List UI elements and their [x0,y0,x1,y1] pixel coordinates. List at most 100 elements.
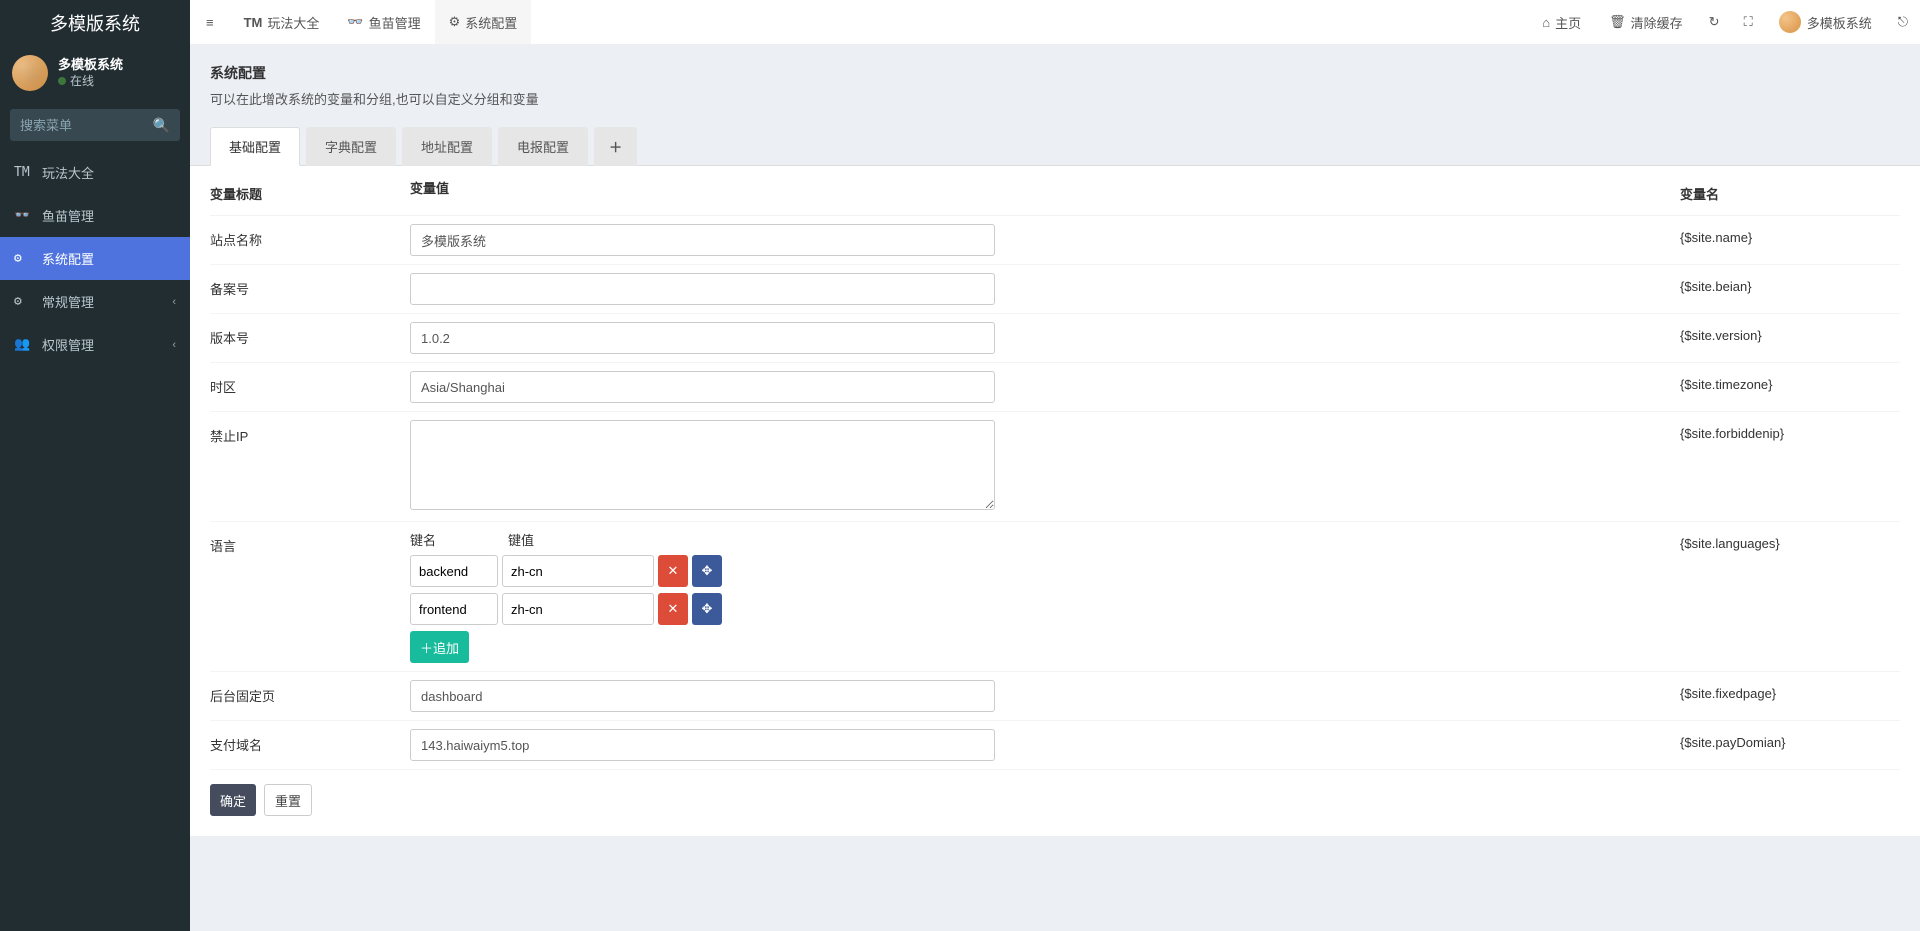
lang-key-input[interactable] [410,593,498,625]
fullscreen-button[interactable] [1732,0,1765,44]
sidebar-item-play[interactable]: TM玩法大全 [0,151,190,194]
row-forbiddenip: 禁止IP {$site.forbiddenip} [210,412,1900,522]
home-link[interactable]: 主页 [1528,0,1595,44]
content-header: 系统配置 可以在此增改系统的变量和分组,也可以自定义分组和变量 [190,45,1920,118]
row-site-name: 站点名称 {$site.name} [210,216,1900,265]
kv-row [410,555,1660,587]
field-var: {$site.timezone} [1680,371,1900,392]
chevron-left-icon [172,296,176,308]
sidebar-menu: TM玩法大全 👓鱼苗管理 系统配置 ⚙ 常规管理 👥 权限管理 [0,151,190,366]
tm-icon: TM [244,15,263,30]
field-label: 后台固定页 [210,680,410,705]
tm-icon: TM [14,165,34,180]
gear-icon [14,251,34,266]
page-title: 系统配置 [210,63,1900,83]
sidebar-toggle-button[interactable] [190,0,230,44]
lang-val-input[interactable] [502,555,654,587]
page-subtitle: 可以在此增改系统的变量和分组,也可以自定义分组和变量 [210,89,1900,108]
chevron-left-icon [172,339,176,351]
row-paydomain: 支付域名 {$site.payDomian} [210,721,1900,770]
row-fixedpage: 后台固定页 {$site.fixedpage} [210,672,1900,721]
close-icon [668,601,679,617]
table-header: 变量标题 变量值 变量名 [210,166,1900,216]
kv-head-val: 键值 [508,530,660,549]
field-label: 站点名称 [210,224,410,249]
site-name-input[interactable] [410,224,995,256]
avatar [1779,11,1801,33]
forbiddenip-textarea[interactable] [410,420,995,510]
field-var: {$site.languages} [1680,530,1900,551]
timezone-input[interactable] [410,371,995,403]
sidebar-item-general[interactable]: ⚙ 常规管理 [0,280,190,323]
paydomain-input[interactable] [410,729,995,761]
field-label: 语言 [210,530,410,555]
external-link-icon [1898,14,1908,30]
form-footer: 确定 重置 [210,770,1900,816]
sidebar-item-label: 权限管理 [42,335,94,354]
top-navbar: TM玩法大全 👓鱼苗管理 系统配置 主页 清除缓存 多模板系统 [190,0,1920,45]
goggles-icon: 👓 [347,14,363,30]
cogs-icon: ⚙ [14,294,34,309]
append-button[interactable]: 追加 [410,631,469,663]
field-var: {$site.fixedpage} [1680,680,1900,701]
remove-row-button[interactable] [658,555,688,587]
restore-icon [1709,14,1720,30]
plus-icon [609,140,622,155]
remove-row-button[interactable] [658,593,688,625]
tab-fish[interactable]: 👓鱼苗管理 [333,0,434,44]
brand-title: 多模版系统 [0,0,190,45]
move-icon [702,601,713,617]
field-var: {$site.beian} [1680,273,1900,294]
sidebar-item-system-config[interactable]: 系统配置 [0,237,190,280]
fixedpage-input[interactable] [410,680,995,712]
row-languages: 语言 键名 键值 追加 [210,522,1900,672]
sidebar-item-label: 系统配置 [42,249,94,268]
field-var: {$site.payDomian} [1680,729,1900,750]
sidebar-item-fish[interactable]: 👓鱼苗管理 [0,194,190,237]
tab-play[interactable]: TM玩法大全 [230,0,334,44]
users-icon: 👥 [14,337,34,352]
search-icon[interactable] [153,117,170,134]
user-menu[interactable]: 多模板系统 [1765,0,1886,44]
tab-basic[interactable]: 基础配置 [210,127,300,166]
reset-button[interactable]: 重置 [264,784,312,816]
move-row-button[interactable] [692,555,722,587]
tab-telegram[interactable]: 电报配置 [498,127,588,166]
move-row-button[interactable] [692,593,722,625]
col-header-label: 变量标题 [210,178,410,203]
tab-system-config[interactable]: 系统配置 [435,0,532,44]
version-input[interactable] [410,322,995,354]
col-header-var: 变量名 [1680,178,1900,203]
main-wrapper: 系统配置 可以在此增改系统的变量和分组,也可以自定义分组和变量 基础配置 字典配… [190,0,1920,836]
field-var: {$site.forbiddenip} [1680,420,1900,441]
config-tabs: 基础配置 字典配置 地址配置 电报配置 [190,126,1920,166]
clear-cache-button[interactable]: 清除缓存 [1595,0,1697,44]
goggles-icon: 👓 [14,208,34,223]
move-icon [702,563,713,579]
sidebar-item-label: 常规管理 [42,292,94,311]
submit-button[interactable]: 确定 [210,784,256,816]
restore-button[interactable] [1697,0,1732,44]
kv-head-key: 键名 [410,530,498,549]
beian-input[interactable] [410,273,995,305]
home-icon [1542,15,1550,30]
field-var: {$site.version} [1680,322,1900,343]
field-label: 支付域名 [210,729,410,754]
tab-dict[interactable]: 字典配置 [306,127,396,166]
sidebar-item-permission[interactable]: 👥 权限管理 [0,323,190,366]
expand-icon [1744,14,1753,30]
lang-key-input[interactable] [410,555,498,587]
row-timezone: 时区 {$site.timezone} [210,363,1900,412]
trash-icon [1609,14,1626,30]
lang-val-input[interactable] [502,593,654,625]
user-name: 多模板系统 [58,57,123,74]
col-header-value: 变量值 [410,178,1680,203]
config-panel: 变量标题 变量值 变量名 站点名称 {$site.name} 备案号 {$sit… [190,166,1920,836]
field-label: 禁止IP [210,420,410,445]
field-label: 备案号 [210,273,410,298]
external-link-button[interactable] [1886,0,1920,44]
tab-address[interactable]: 地址配置 [402,127,492,166]
tab-add[interactable] [594,127,637,166]
plus-icon [420,638,433,657]
user-status: 在线 [58,74,123,90]
